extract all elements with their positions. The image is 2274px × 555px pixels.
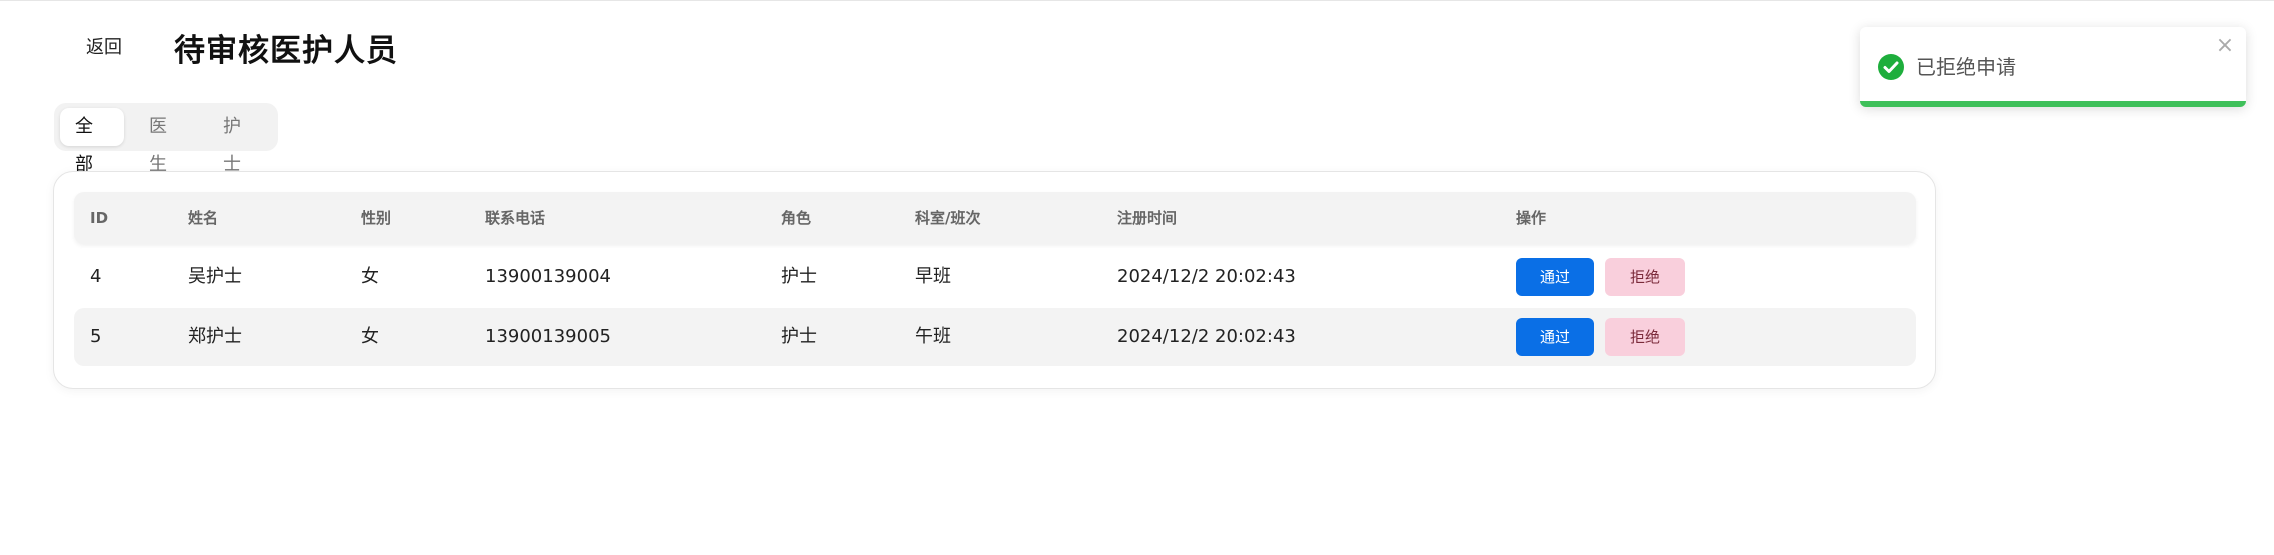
- approve-button[interactable]: 通过: [1516, 258, 1594, 296]
- cell-name: 吴护士: [188, 266, 242, 287]
- column-header-gender: 性别: [361, 209, 392, 227]
- toast-progress-bar: [1860, 101, 2246, 107]
- cell-register-time: 2024/12/2 20:02:43: [1117, 266, 1296, 287]
- column-header-actions: 操作: [1516, 209, 1547, 227]
- cell-id: 4: [90, 266, 102, 287]
- column-header-department: 科室/班次: [915, 209, 981, 227]
- back-button[interactable]: 返回: [74, 31, 134, 65]
- cell-phone: 13900139005: [485, 326, 611, 347]
- column-header-id: ID: [90, 209, 109, 227]
- toast-notification: 已拒绝申请 ×: [1860, 27, 2246, 107]
- cell-register-time: 2024/12/2 20:02:43: [1117, 326, 1296, 347]
- column-header-name: 姓名: [188, 209, 219, 227]
- staff-table-card: ID 姓名 性别 联系电话 角色 科室/班次 注册时间 操作 4 吴护士 女 1…: [53, 171, 1936, 389]
- tab-doctor[interactable]: 医生: [134, 108, 198, 175]
- tab-all[interactable]: 全部: [60, 108, 124, 175]
- cell-id: 5: [90, 326, 102, 347]
- table-row: 4 吴护士 女 13900139004 护士 早班 2024/12/2 20:0…: [74, 248, 1916, 306]
- reject-button[interactable]: 拒绝: [1605, 318, 1685, 356]
- table-header: ID 姓名 性别 联系电话 角色 科室/班次 注册时间 操作: [74, 192, 1916, 244]
- cell-gender: 女: [361, 266, 379, 287]
- cell-department: 午班: [915, 326, 951, 347]
- reject-button[interactable]: 拒绝: [1605, 258, 1685, 296]
- cell-name: 郑护士: [188, 326, 242, 347]
- check-circle-icon: [1878, 54, 1904, 80]
- cell-phone: 13900139004: [485, 266, 611, 287]
- toast-message: 已拒绝申请: [1916, 55, 2016, 79]
- column-header-phone: 联系电话: [485, 209, 546, 227]
- tab-nurse[interactable]: 护士: [208, 108, 272, 175]
- page-title: 待审核医护人员: [174, 33, 398, 69]
- role-filter-tabs: 全部 医生 护士: [54, 103, 278, 175]
- cell-role: 护士: [781, 326, 817, 347]
- cell-gender: 女: [361, 326, 379, 347]
- column-header-register-time: 注册时间: [1117, 209, 1178, 227]
- close-icon[interactable]: ×: [2214, 35, 2236, 57]
- cell-role: 护士: [781, 266, 817, 287]
- approve-button[interactable]: 通过: [1516, 318, 1594, 356]
- cell-department: 早班: [915, 266, 951, 287]
- column-header-role: 角色: [781, 209, 812, 227]
- table-row: 5 郑护士 女 13900139005 护士 午班 2024/12/2 20:0…: [74, 308, 1916, 366]
